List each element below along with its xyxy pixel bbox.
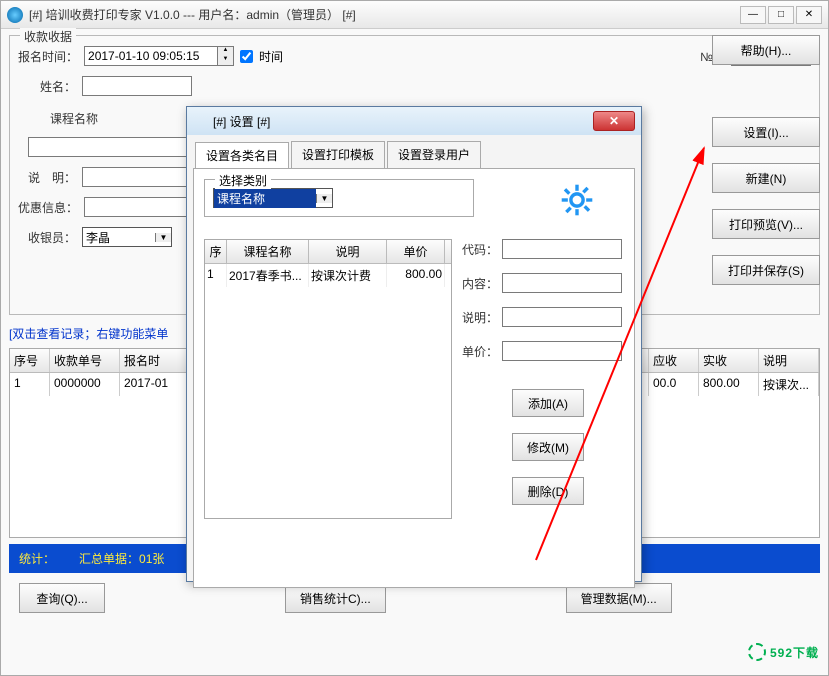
time-checkbox[interactable]	[240, 50, 253, 63]
category-grid[interactable]: 序 课程名称 说明 单价 1 2017春季书... 按课次计费 800.00	[204, 239, 452, 519]
cashier-select[interactable]: 李晶 ▼	[82, 227, 172, 247]
select-category-fieldset: 选择类别 课程名称 ▼	[204, 179, 474, 217]
query-button[interactable]: 查询(Q)...	[19, 583, 105, 613]
new-button[interactable]: 新建(N)	[712, 163, 820, 193]
name-input[interactable]	[82, 76, 192, 96]
watermark-gear-icon	[748, 643, 766, 661]
name-label: 姓名：	[18, 78, 76, 95]
window-buttons: — □ ✕	[740, 6, 822, 24]
promo-label: 优惠信息：	[18, 199, 78, 216]
table-row[interactable]: 1 2017春季书... 按课次计费 800.00	[205, 264, 451, 287]
cashier-label: 收银员：	[18, 229, 76, 246]
preview-button[interactable]: 打印预览(V)...	[712, 209, 820, 239]
desc-label: 说 明：	[18, 169, 76, 186]
dialog-tabs: 设置各类名目 设置打印模板 设置登录用户	[187, 135, 641, 168]
dialog-titlebar: [#] 设置 [#] ✕	[187, 107, 641, 135]
settings-button[interactable]: 设置(I)...	[712, 117, 820, 147]
app-icon	[7, 7, 23, 23]
dialog-icon	[193, 114, 207, 128]
settings-dialog: [#] 设置 [#] ✕ 设置各类名目 设置打印模板 设置登录用户 选择类别 课…	[186, 106, 642, 582]
promo-input[interactable]	[84, 197, 194, 217]
watermark: 592下载	[748, 641, 819, 662]
add-button[interactable]: 添加(A)	[512, 389, 584, 417]
modify-button[interactable]: 修改(M)	[512, 433, 584, 461]
print-save-button[interactable]: 打印并保存(S)	[712, 255, 820, 285]
category-select[interactable]: 课程名称 ▼	[213, 188, 333, 208]
spin-down-icon[interactable]: ▼	[217, 56, 233, 65]
spin-up-icon[interactable]: ▲	[217, 47, 233, 56]
dialog-close-button[interactable]: ✕	[593, 111, 635, 131]
gear-icon	[560, 183, 594, 217]
minimize-button[interactable]: —	[740, 6, 766, 24]
tab-print-template[interactable]: 设置打印模板	[291, 141, 385, 168]
delete-button[interactable]: 删除(D)	[512, 477, 584, 505]
chevron-down-icon: ▼	[316, 194, 332, 203]
titlebar: [#] 培训收费打印专家 V1.0.0 --- 用户名：admin（管理员） […	[1, 1, 828, 29]
tab-login-user[interactable]: 设置登录用户	[387, 141, 481, 168]
course-input[interactable]	[28, 137, 188, 157]
content-input[interactable]	[502, 273, 622, 293]
close-button[interactable]: ✕	[796, 6, 822, 24]
course-label: 课程名称	[18, 110, 98, 127]
reg-time-input[interactable]: 2017-01-10 09:05:15 ▲▼	[84, 46, 234, 66]
chevron-down-icon: ▼	[155, 233, 171, 242]
price-input[interactable]	[502, 341, 622, 361]
reg-time-label: 报名时间：	[18, 48, 78, 65]
desc-input[interactable]	[502, 307, 622, 327]
help-button[interactable]: 帮助(H)...	[712, 35, 820, 65]
window-title: [#] 培训收费打印专家 V1.0.0 --- 用户名：admin（管理员） […	[29, 6, 734, 23]
tab-categories[interactable]: 设置各类名目	[195, 142, 289, 169]
code-input[interactable]	[502, 239, 622, 259]
desc-input[interactable]	[82, 167, 192, 187]
maximize-button[interactable]: □	[768, 6, 794, 24]
